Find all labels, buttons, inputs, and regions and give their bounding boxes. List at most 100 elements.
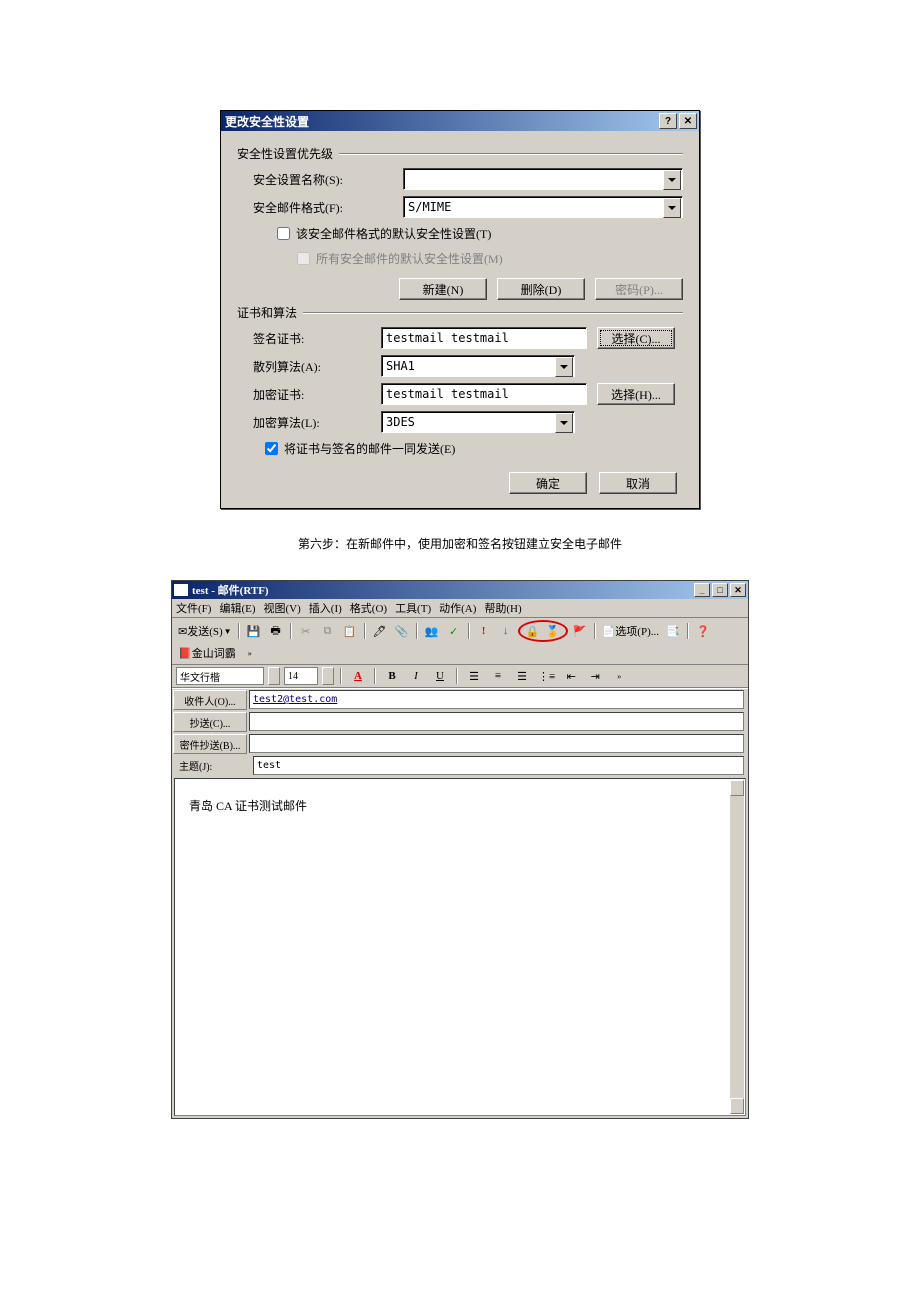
scroll-up-icon[interactable] — [730, 780, 744, 796]
scroll-down-icon[interactable] — [730, 1098, 744, 1114]
default-all-check-label: 所有安全邮件的默认安全性设置(M) — [316, 250, 503, 267]
ok-button[interactable]: 确定 — [509, 472, 587, 494]
menu-insert[interactable]: 插入(I) — [309, 600, 342, 616]
indent-icon[interactable]: ⇥ — [585, 667, 605, 685]
cc-button[interactable]: 抄送(C)... — [173, 712, 247, 732]
dialog-titlebar: 更改安全性设置 ? ✕ — [221, 111, 699, 131]
align-left-icon[interactable]: ☰ — [464, 667, 484, 685]
attach-icon[interactable]: 📎 — [392, 622, 412, 640]
dictionary-button[interactable]: 📕金山词霸 — [176, 644, 238, 662]
priority-group-text: 安全性设置优先级 — [237, 145, 333, 162]
menu-format[interactable]: 格式(O) — [350, 600, 387, 616]
format-toolbar: 华文行楷 14 A B I U ☰ ≡ ☰ ⋮≡ ⇤ ⇥ » — [172, 665, 748, 688]
dialog-title: 更改安全性设置 — [225, 113, 657, 130]
cc-field[interactable] — [249, 712, 744, 731]
mail-format-select[interactable]: S/MIME — [403, 196, 683, 218]
to-button[interactable]: 收件人(O)... — [173, 690, 247, 710]
chevron-down-icon[interactable] — [663, 170, 681, 190]
new-button[interactable]: 新建(N) — [399, 278, 487, 300]
align-right-icon[interactable]: ☰ — [512, 667, 532, 685]
default-all-checkbox[interactable] — [297, 252, 310, 265]
mail-body-area[interactable]: 青岛 CA 证书测试邮件 — [174, 778, 746, 1116]
enc-cert-label: 加密证书: — [237, 386, 381, 403]
italic-icon[interactable]: I — [406, 667, 426, 685]
cut-icon[interactable]: ✂ — [296, 622, 316, 640]
importance-high-icon[interactable]: ! — [474, 622, 494, 640]
save-icon[interactable]: 💾 — [244, 622, 264, 640]
copy-icon[interactable]: ⧉ — [318, 622, 338, 640]
chevron-down-icon[interactable] — [663, 198, 681, 218]
toolbar-chevron-icon[interactable]: » — [609, 667, 629, 685]
delete-button[interactable]: 删除(D) — [497, 278, 585, 300]
sign-icon[interactable]: 🏅 — [543, 622, 563, 640]
underline-icon[interactable]: U — [430, 667, 450, 685]
importance-low-icon[interactable]: ↓ — [496, 622, 516, 640]
mail-compose-window: test - 邮件(RTF) _ □ ✕ 文件(F) 编辑(E) 视图(V) 插… — [171, 580, 749, 1119]
choose-enc-cert-button[interactable]: 选择(H)... — [597, 383, 675, 405]
close-button[interactable]: ✕ — [679, 113, 697, 129]
template-icon[interactable]: 📑 — [663, 622, 683, 640]
encrypt-icon[interactable]: 🔒 — [523, 622, 543, 640]
envelope-icon — [174, 584, 188, 596]
cancel-button[interactable]: 取消 — [599, 472, 677, 494]
menu-view[interactable]: 视图(V) — [264, 600, 301, 616]
options-button[interactable]: 📄选项(P)... — [600, 622, 661, 640]
scrollbar[interactable] — [730, 780, 744, 1114]
enc-cert-field[interactable]: testmail testmail — [381, 383, 587, 405]
font-color-icon[interactable]: A — [348, 667, 368, 685]
toolbar-chevron-icon[interactable]: » — [240, 644, 260, 662]
menu-actions[interactable]: 动作(A) — [439, 600, 476, 616]
chevron-down-icon[interactable] — [555, 413, 573, 433]
subject-value: test — [257, 760, 281, 771]
size-select[interactable]: 14 — [284, 667, 318, 685]
main-toolbar: ✉发送(S) ▼ 💾 🖶 ✂ ⧉ 📋 🖊 📎 👥 ✓ ! ↓ 🔒 🏅 🚩 — [172, 618, 748, 665]
send-cert-checkbox[interactable] — [265, 442, 278, 455]
send-button[interactable]: ✉发送(S) ▼ — [176, 622, 234, 640]
paste-icon[interactable]: 📋 — [340, 622, 360, 640]
menu-help[interactable]: 帮助(H) — [484, 600, 521, 616]
subject-label: 主题(J): — [173, 756, 251, 774]
align-center-icon[interactable]: ≡ — [488, 667, 508, 685]
enc-algo-label: 加密算法(L): — [237, 414, 381, 431]
mail-format-label: 安全邮件格式(F): — [237, 199, 403, 216]
help-icon[interactable]: ❓ — [693, 622, 713, 640]
chevron-down-icon[interactable] — [322, 667, 334, 685]
chevron-down-icon[interactable] — [555, 357, 573, 377]
security-settings-dialog: 更改安全性设置 ? ✕ 安全性设置优先级 安全设置名称(S): 安全邮件格式(F… — [220, 110, 700, 509]
hash-algo-value: SHA1 — [386, 359, 415, 373]
choose-sign-cert-button[interactable]: 选择(C)... — [597, 327, 675, 349]
password-button[interactable]: 密码(P)... — [595, 278, 683, 300]
bullets-icon[interactable]: ⋮≡ — [536, 667, 557, 685]
flag-icon[interactable]: 🚩 — [570, 622, 590, 640]
send-cert-check-row: 将证书与签名的邮件一同发送(E) — [237, 439, 683, 458]
font-select-value: 华文行楷 — [180, 669, 220, 684]
help-button[interactable]: ? — [659, 113, 677, 129]
close-button[interactable]: ✕ — [730, 583, 746, 597]
send-button-label: 发送(S) — [187, 623, 222, 639]
minimize-button[interactable]: _ — [694, 583, 710, 597]
default-format-checkbox[interactable] — [277, 227, 290, 240]
to-value: test2@test.com — [253, 694, 337, 705]
sign-cert-field[interactable]: testmail testmail — [381, 327, 587, 349]
menu-edit[interactable]: 编辑(E) — [219, 600, 255, 616]
checknames-icon[interactable]: ✓ — [444, 622, 464, 640]
hash-algo-select[interactable]: SHA1 — [381, 355, 575, 377]
print-icon[interactable]: 🖶 — [266, 622, 286, 640]
menu-bar: 文件(F) 编辑(E) 视图(V) 插入(I) 格式(O) 工具(T) 动作(A… — [172, 599, 748, 618]
bold-icon[interactable]: B — [382, 667, 402, 685]
bcc-button[interactable]: 密件抄送(B)... — [173, 734, 247, 754]
font-select[interactable]: 华文行楷 — [176, 667, 264, 685]
outdent-icon[interactable]: ⇤ — [561, 667, 581, 685]
addressbook-icon[interactable]: 👥 — [422, 622, 442, 640]
maximize-button[interactable]: □ — [712, 583, 728, 597]
chevron-down-icon[interactable] — [268, 667, 280, 685]
mail-format-value: S/MIME — [408, 200, 451, 214]
subject-field[interactable]: test — [253, 756, 744, 775]
signature-icon[interactable]: 🖊 — [370, 622, 390, 640]
enc-algo-select[interactable]: 3DES — [381, 411, 575, 433]
setting-name-select[interactable] — [403, 168, 683, 190]
menu-tools[interactable]: 工具(T) — [395, 600, 431, 616]
bcc-field[interactable] — [249, 734, 744, 753]
menu-file[interactable]: 文件(F) — [176, 600, 211, 616]
to-field[interactable]: test2@test.com — [249, 690, 744, 709]
